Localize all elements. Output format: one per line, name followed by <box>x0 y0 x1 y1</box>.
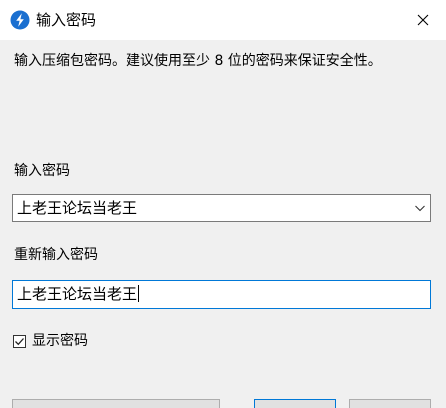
window-title: 输入密码 <box>36 11 97 29</box>
close-icon <box>417 14 429 26</box>
reenter-password-input[interactable]: 上老王论坛当老王 <box>12 280 431 309</box>
text-caret <box>138 285 140 302</box>
show-password-row[interactable]: 显示密码 <box>13 331 88 351</box>
password-combobox[interactable]: 上老王论坛当老王 <box>12 194 431 222</box>
title-bar: 输入密码 <box>0 0 446 40</box>
checkmark-icon <box>15 337 24 345</box>
reenter-password-value: 上老王论坛当老王 <box>17 285 138 303</box>
dialog-button-right[interactable] <box>349 399 431 408</box>
password-dialog: 输入密码 输入压缩包密码。建议使用至少 8 位的密码来保证安全性。 输入密码 上… <box>0 0 446 408</box>
dialog-description: 输入压缩包密码。建议使用至少 8 位的密码来保证安全性。 <box>14 53 382 69</box>
bandizip-icon <box>10 10 30 30</box>
password-label: 输入密码 <box>14 163 70 179</box>
chevron-down-icon[interactable] <box>414 202 426 214</box>
show-password-label[interactable]: 显示密码 <box>32 331 88 351</box>
dialog-button-primary[interactable] <box>254 399 336 408</box>
show-password-checkbox[interactable] <box>13 334 26 348</box>
dialog-button-left[interactable] <box>12 399 220 408</box>
close-button[interactable] <box>400 0 446 40</box>
password-value: 上老王论坛当老王 <box>17 199 138 217</box>
reenter-password-label: 重新输入密码 <box>14 247 98 263</box>
